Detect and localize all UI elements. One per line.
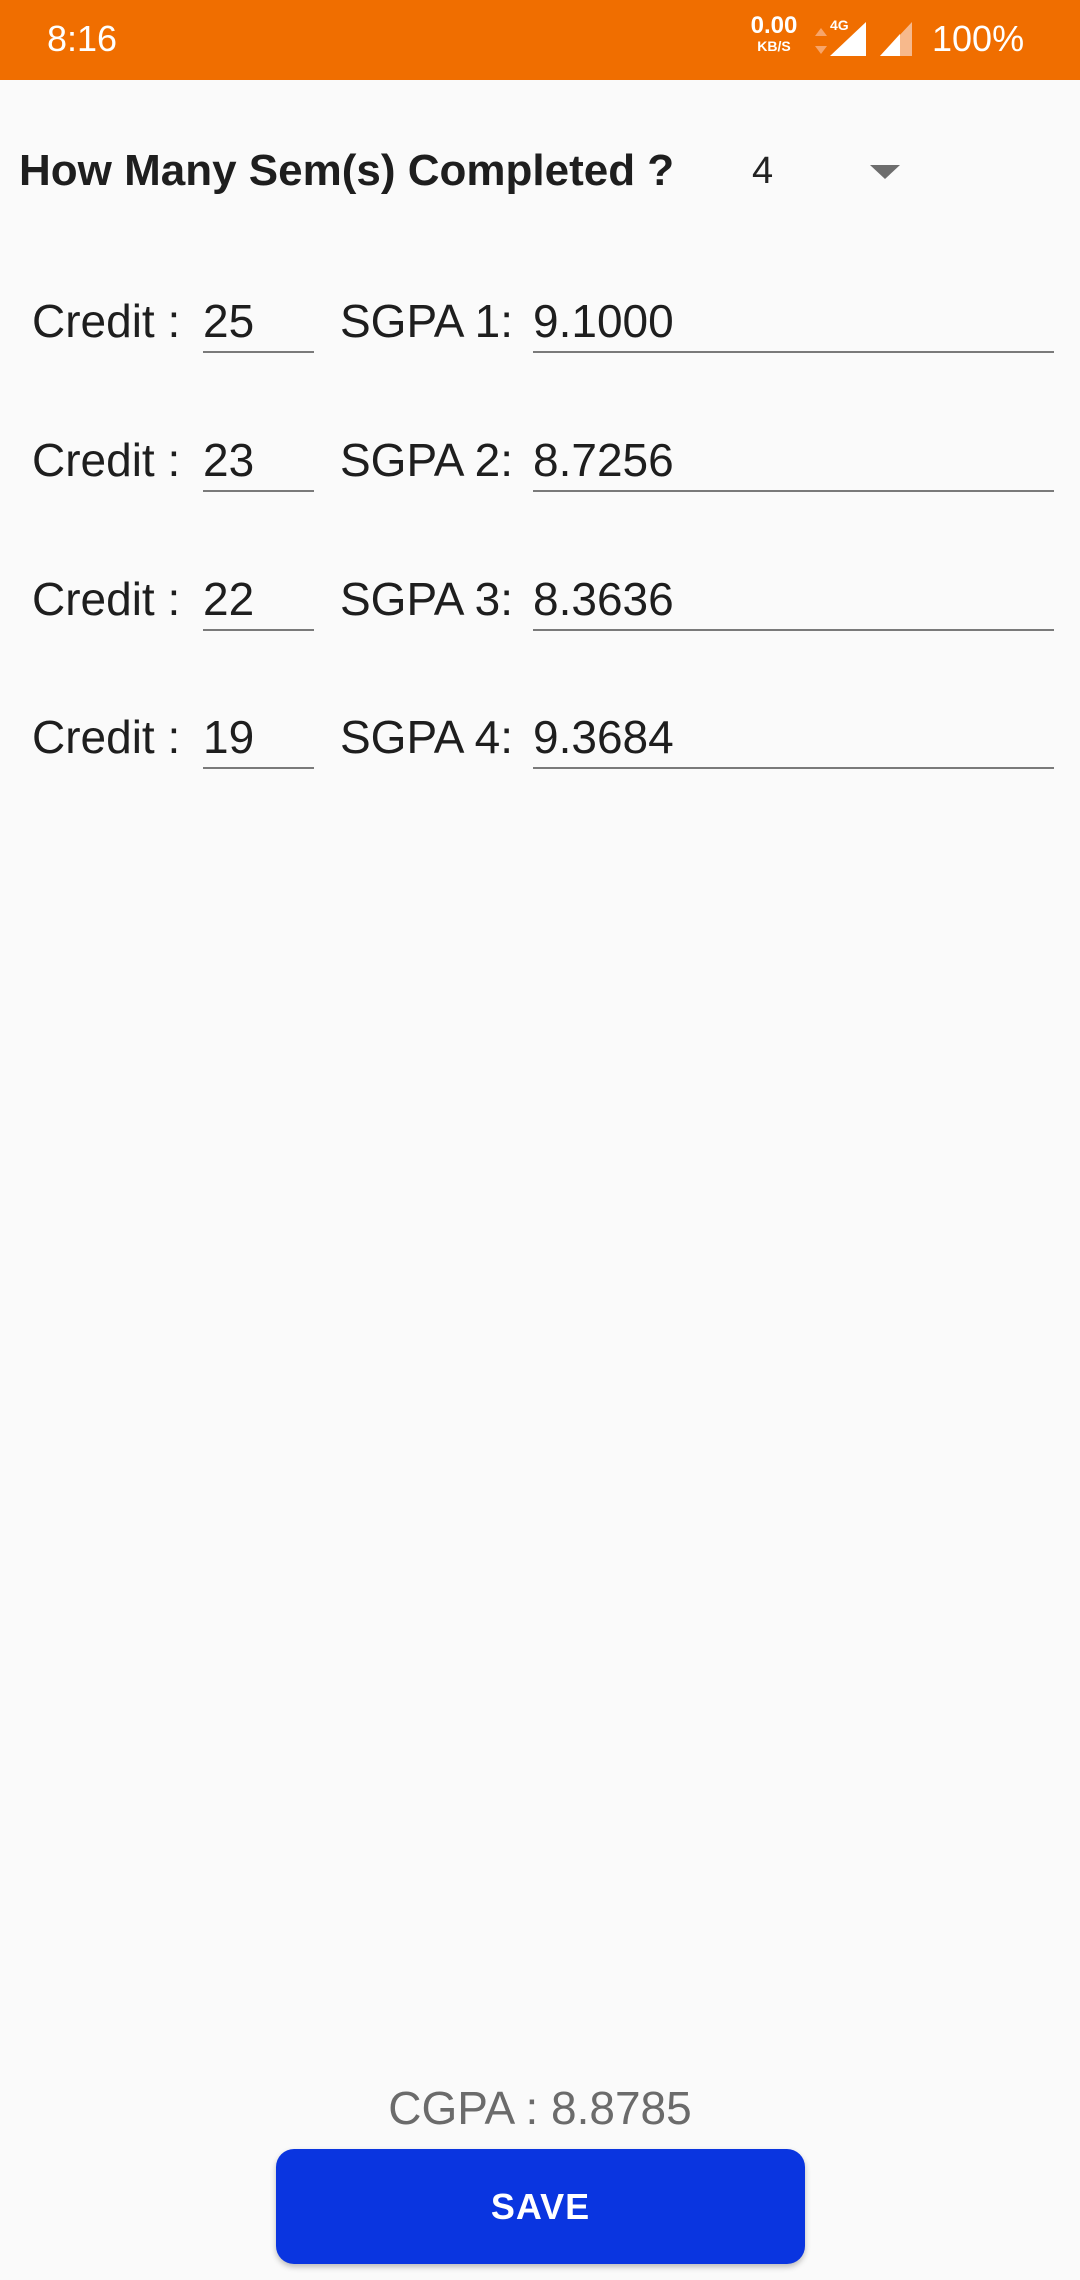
credit-label: Credit : (32, 434, 181, 486)
battery-level: 100% (932, 18, 1025, 59)
sgpa-label-1: SGPA 1: (340, 295, 514, 347)
sgpa-label-4: SGPA 4: (340, 711, 514, 763)
sgpa-input-1[interactable]: 9.1000 (533, 293, 1054, 353)
cell-signal-icon (830, 22, 866, 56)
semester-row-1: Credit : 25 SGPA 1: 9.1000 (0, 285, 1080, 365)
sgpa-input-2[interactable]: 8.7256 (533, 432, 1054, 492)
credit-label: Credit : (32, 295, 181, 347)
network-speed-unit: KB/S (757, 38, 791, 54)
sgpa-label-3: SGPA 3: (340, 573, 514, 625)
credit-label: Credit : (32, 711, 181, 763)
semesters-completed-question: How Many Sem(s) Completed ? (19, 146, 675, 195)
semester-row-4: Credit : 19 SGPA 4: 9.3684 (0, 701, 1080, 781)
data-activity-icon (815, 28, 827, 54)
network-speed: 0.00 KB/S (746, 12, 802, 55)
status-bar: 8:16 0.00 KB/S 4G 100% (0, 0, 1080, 80)
semester-count-value: 4 (752, 150, 774, 192)
cgpa-result: CGPA : 8.8785 (388, 2082, 692, 2134)
credit-label: Credit : (32, 573, 181, 625)
sgpa-input-3[interactable]: 8.3636 (533, 571, 1054, 631)
sgpa-label-2: SGPA 2: (340, 434, 514, 486)
semester-count-dropdown[interactable]: 4 (740, 140, 920, 202)
credit-input-2[interactable]: 23 (203, 432, 314, 492)
sgpa-input-4[interactable]: 9.3684 (533, 709, 1054, 769)
save-button[interactable]: SAVE (276, 2149, 805, 2264)
semester-row-2: Credit : 23 SGPA 2: 8.7256 (0, 424, 1080, 504)
credit-input-4[interactable]: 19 (203, 709, 314, 769)
credit-input-3[interactable]: 22 (203, 571, 314, 631)
cell-signal-secondary-icon (880, 22, 912, 56)
semester-row-3: Credit : 22 SGPA 3: 8.3636 (0, 563, 1080, 643)
dropdown-arrow-icon (870, 165, 900, 179)
status-time: 8:16 (47, 18, 118, 59)
credit-input-1[interactable]: 25 (203, 293, 314, 353)
network-speed-value: 0.00 (750, 12, 798, 39)
